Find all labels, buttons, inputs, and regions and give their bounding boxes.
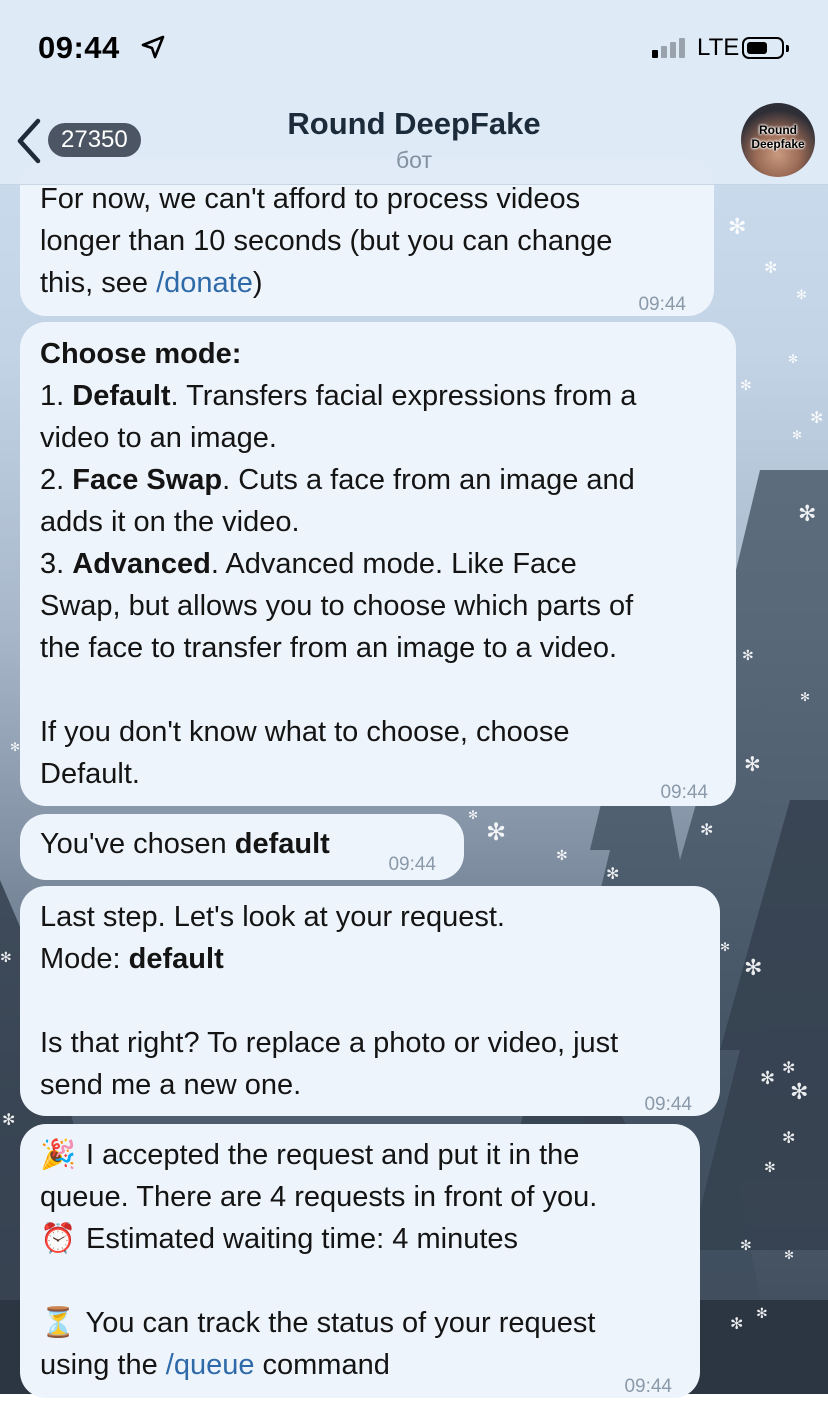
message-time: 09:44	[388, 854, 436, 875]
message-time: 09:44	[660, 782, 708, 803]
chat-subtitle: бот	[396, 147, 432, 173]
message-text: For now, we can't afford to process vide…	[40, 183, 613, 299]
cellular-signal-icon	[652, 38, 685, 58]
message-time: 09:44	[638, 294, 686, 315]
message-bubble[interactable]: You've chosen default 09:44	[20, 814, 464, 880]
battery-icon	[742, 37, 789, 59]
chat-title[interactable]: Round DeepFake	[0, 106, 828, 142]
message-bubble[interactable]: 🎉 I accepted the request and put it in t…	[20, 1124, 700, 1398]
alarm-clock-icon: ⏰	[40, 1223, 77, 1255]
location-arrow-icon	[141, 35, 165, 59]
message-text: Choose mode: 1. Default. Transfers facia…	[40, 338, 637, 790]
message-text: 🎉 I accepted the request and put it in t…	[40, 1134, 680, 1386]
status-time: 09:44	[38, 30, 120, 65]
bot-avatar[interactable]: Round Deepfake	[741, 103, 815, 177]
message-text: You've chosen default	[40, 828, 330, 860]
message-time: 09:44	[624, 1376, 672, 1397]
hourglass-icon: ⏳	[40, 1307, 77, 1339]
message-time: 09:44	[644, 1094, 692, 1115]
party-popper-icon: 🎉	[40, 1139, 77, 1171]
chat-header: 09:44 LTE 27350 Round DeepFake бот Round…	[0, 0, 828, 185]
donate-command-link[interactable]: /donate	[156, 267, 253, 299]
message-bubble[interactable]: Choose mode: 1. Default. Transfers facia…	[20, 322, 736, 806]
message-bubble[interactable]: Last step. Let's look at your request. M…	[20, 886, 720, 1116]
avatar-label: Round Deepfake	[751, 123, 805, 151]
network-type: LTE	[697, 34, 740, 61]
message-text: Last step. Let's look at your request. M…	[40, 901, 619, 1101]
queue-command-link[interactable]: /queue	[166, 1349, 255, 1381]
